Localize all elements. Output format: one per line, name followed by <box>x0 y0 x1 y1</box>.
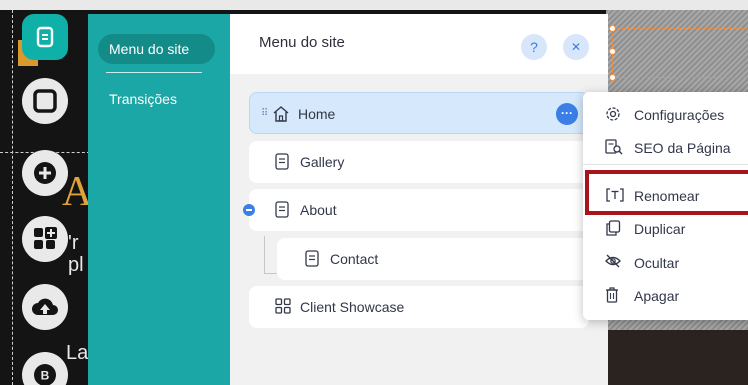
gridline-vertical <box>12 10 13 385</box>
site-pages-panel: Menu do site ? ✕ ⠿ Home ··· Gallery Abou… <box>230 14 608 385</box>
canvas-top-strip <box>0 0 748 10</box>
drag-handle-icon[interactable]: ⠿ <box>261 108 268 119</box>
close-icon: ✕ <box>570 40 582 54</box>
menu-item-duplicar[interactable]: Duplicar <box>583 213 748 243</box>
menu-item-apagar[interactable]: Apagar <box>583 280 748 310</box>
resize-handle[interactable] <box>609 74 616 81</box>
page-item-about[interactable]: About <box>243 189 589 231</box>
hide-icon <box>605 254 621 273</box>
panel-title: Menu do site <box>259 34 345 51</box>
menu-item-label: Ocultar <box>634 255 680 271</box>
sidebar-item-transicoes[interactable]: Transições <box>98 84 215 114</box>
collapse-subpages-icon[interactable] <box>243 204 255 216</box>
blog-icon-letter: B <box>41 369 50 383</box>
grid-page-icon <box>275 298 291 319</box>
site-menu-sidebar: Menu do site Transições <box>88 14 230 385</box>
page-label: Home <box>298 106 336 122</box>
background-tool-button[interactable] <box>22 78 68 124</box>
resize-handle[interactable] <box>609 25 616 32</box>
menu-item-label: Duplicar <box>634 221 686 237</box>
menu-item-label: SEO da Página <box>634 140 731 156</box>
menu-item-seo-da-pagina[interactable]: SEO da Página <box>583 132 748 162</box>
add-apps-icon <box>32 226 58 252</box>
background-text-fragment: pl <box>68 254 84 276</box>
sidebar-divider <box>106 72 202 73</box>
menu-item-ocultar[interactable]: Ocultar <box>583 247 748 277</box>
page-label: About <box>300 202 337 218</box>
media-upload-button[interactable] <box>22 284 68 330</box>
page-more-actions-button[interactable]: ··· <box>556 103 578 125</box>
sidebar-item-menu-do-site[interactable]: Menu do site <box>98 34 215 64</box>
menu-divider <box>583 164 748 165</box>
square-icon <box>32 88 58 114</box>
resize-handle[interactable] <box>609 48 616 55</box>
menu-item-configuracoes[interactable]: Configurações <box>583 99 748 129</box>
page-item-client-showcase[interactable]: Client Showcase <box>249 286 589 328</box>
page-icon <box>305 250 319 272</box>
trash-icon <box>605 287 619 308</box>
page-item-home[interactable]: ⠿ Home ··· <box>249 92 589 134</box>
page-icon <box>275 153 289 175</box>
pages-icon <box>35 26 55 48</box>
blog-icon: B <box>33 363 57 385</box>
subpage-tree-line <box>264 236 277 274</box>
more-icon: ··· <box>561 106 573 120</box>
help-button[interactable]: ? <box>521 34 547 60</box>
add-icon <box>32 160 58 186</box>
page-label: Contact <box>330 251 379 267</box>
add-apps-button[interactable] <box>22 216 68 262</box>
selected-element-outline[interactable] <box>612 28 748 78</box>
background-photo-lower <box>606 330 748 385</box>
page-icon <box>275 201 289 223</box>
page-item-gallery[interactable]: Gallery <box>249 141 589 183</box>
home-icon <box>272 105 290 128</box>
background-text-fragment: 'r <box>68 232 79 254</box>
add-elements-button[interactable] <box>22 150 68 196</box>
background-text-fragment: La <box>66 342 89 364</box>
help-icon: ? <box>530 39 538 55</box>
pages-tool-button[interactable] <box>22 14 68 60</box>
duplicate-icon <box>605 220 621 241</box>
page-label: Client Showcase <box>300 299 405 315</box>
upload-icon <box>31 295 59 319</box>
gear-icon <box>605 106 621 127</box>
panel-header: Menu do site ? ✕ <box>230 14 608 74</box>
page-label: Gallery <box>300 154 345 170</box>
close-button[interactable]: ✕ <box>563 34 589 60</box>
seo-search-icon <box>605 139 623 160</box>
menu-item-label: Configurações <box>634 107 725 123</box>
annotation-highlight-box <box>585 170 748 215</box>
page-item-contact[interactable]: Contact <box>277 238 589 280</box>
menu-item-label: Apagar <box>634 288 680 304</box>
